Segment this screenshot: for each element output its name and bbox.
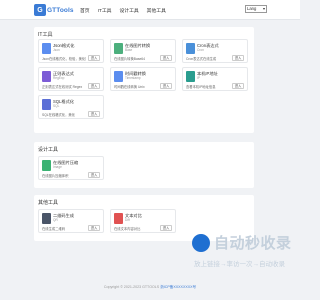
tool-subtitle: Diff [125, 218, 130, 222]
nav-design-tools[interactable]: 设计工具 [119, 7, 138, 14]
watermark-slogan: 放上链接→率访一次→自动收录 [194, 261, 285, 268]
copyright: Copyright © 2021-2023 GTTOOLS [103, 285, 160, 289]
chevron-down-icon: ▾ [262, 6, 265, 11]
tool-card[interactable]: SQL格式化 SQL SQL在线格式化，美化 进入 [38, 95, 104, 119]
tool-description: 时间戳在线转换 Unix [114, 85, 145, 89]
tool-description: 在线生成二维码 [42, 227, 66, 231]
tool-subtitle: RegExp [53, 76, 65, 80]
tool-description: 查看本机IP地址信息 [186, 85, 216, 89]
tool-subtitle: IP [197, 76, 201, 80]
tool-description: SQL在线格式化，美化 [42, 113, 75, 117]
enter-button[interactable]: 进入 [160, 225, 172, 231]
tool-card[interactable]: 二维码生成 QR 在线生成二维码 进入 [38, 209, 104, 233]
nav-other-tools[interactable]: 其他工具 [147, 7, 166, 14]
nav-home[interactable]: 首页 [80, 7, 90, 14]
tool-subtitle: Base [125, 48, 133, 52]
icp-link[interactable]: 浙ICP备XXXXXXXX号 [160, 285, 196, 289]
footer: Copyright © 2021-2023 GTTOOLS 浙ICP备XXXXX… [0, 285, 300, 290]
main-nav: 首页 IT工具 设计工具 其他工具 [80, 7, 166, 14]
regex-icon [42, 71, 51, 82]
tool-card[interactable]: 在线图片转换 Base 在线图片转换Base64 进入 [110, 39, 176, 63]
tool-card[interactable]: 时间戳转换 Timestamp 时间戳在线转换 Unix 进入 [110, 67, 176, 91]
tool-subtitle: Cron [197, 48, 204, 52]
nav-it-tools[interactable]: IT工具 [98, 7, 112, 14]
qrcode-icon [42, 213, 51, 224]
enter-button[interactable]: 进入 [232, 55, 244, 61]
tool-subtitle: Image [53, 165, 62, 169]
json-icon [42, 43, 51, 54]
top-header: G GTTools 首页 IT工具 设计工具 其他工具 Lang ▾ [0, 0, 300, 20]
tool-card[interactable]: 正则表达式 RegExp 正则表达式在线测试 Regex 进入 [38, 67, 104, 91]
tool-card[interactable]: 在线图片压缩 Image 在线图片压缩体积 进入 [38, 156, 104, 180]
section-title: IT工具 [38, 32, 53, 38]
section-title: 其他工具 [38, 200, 59, 206]
tool-description: Cron表达式在线生成 [186, 57, 217, 61]
location-icon [186, 71, 195, 82]
language-select-value: Lang [247, 6, 257, 11]
tool-card[interactable]: 文本对比 Diff 在线文本内容对比 进入 [110, 209, 176, 233]
cron-icon [186, 43, 195, 54]
language-select[interactable]: Lang ▾ [245, 5, 267, 13]
enter-button[interactable]: 进入 [160, 83, 172, 89]
watermark-text: 自动秒收录 [214, 235, 292, 252]
sql-icon [42, 99, 51, 110]
tool-description: 在线图片转换Base64 [114, 57, 145, 61]
tool-description: Json在线格式化，校验，美化压缩 [42, 57, 86, 61]
watermark: 自动秒收录 放上链接→率访一次→自动收录 [192, 232, 300, 284]
tool-subtitle: Timestamp [125, 76, 141, 80]
tool-description: 在线图片压缩体积 [42, 174, 69, 178]
tool-card[interactable]: Cron表达式 Cron Cron表达式在线生成 进入 [182, 39, 248, 63]
tool-subtitle: Json [53, 48, 60, 52]
enter-button[interactable]: 进入 [88, 55, 100, 61]
tool-subtitle: QR [53, 218, 58, 222]
enter-button[interactable]: 进入 [88, 83, 100, 89]
enter-button[interactable]: 进入 [88, 172, 100, 178]
watermark-logo-icon [192, 234, 210, 252]
logo[interactable]: G GTTools [34, 4, 74, 16]
logo-text: GTTools [47, 6, 74, 14]
enter-button[interactable]: 进入 [88, 111, 100, 117]
clock-icon [114, 71, 123, 82]
logo-mark: G [34, 4, 46, 16]
tool-description: 正则表达式在线测试 Regex [42, 85, 83, 89]
section-it-tools: IT工具 Json格式化JsonJson在线格式化，校验，美化压缩进入在线图片转… [34, 27, 254, 133]
pdf-icon [114, 213, 123, 224]
compress-icon [42, 160, 51, 171]
section-design-tools: 设计工具 在线图片压缩 Image 在线图片压缩体积 进入 [34, 142, 254, 188]
image-icon [114, 43, 123, 54]
section-title: 设计工具 [38, 147, 59, 153]
enter-button[interactable]: 进入 [160, 55, 172, 61]
enter-button[interactable]: 进入 [232, 83, 244, 89]
tool-subtitle: SQL [53, 104, 60, 108]
enter-button[interactable]: 进入 [88, 225, 100, 231]
tool-name: 本机IP地址 [197, 71, 218, 76]
tool-description: 在线文本内容对比 [114, 227, 141, 231]
tool-card[interactable]: 本机IP地址 IP 查看本机IP地址信息 进入 [182, 67, 248, 91]
tool-card[interactable]: Json格式化JsonJson在线格式化，校验，美化压缩进入 [38, 39, 104, 63]
